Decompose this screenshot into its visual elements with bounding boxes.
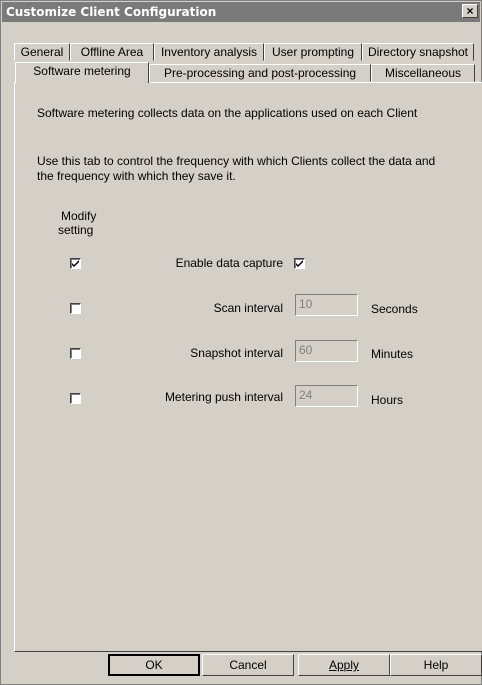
dialog-window: Customize Client Configuration × General…: [0, 0, 482, 685]
metering-push-interval-unit: Hours: [371, 393, 404, 407]
close-icon: ×: [466, 4, 474, 18]
modify-checkbox-metering-push-interval[interactable]: [70, 393, 81, 404]
title-bar[interactable]: Customize Client Configuration ×: [2, 2, 480, 22]
tab-panel-software-metering: Software metering collects data on the a…: [14, 82, 482, 652]
tab-miscellaneous[interactable]: Miscellaneous: [371, 64, 475, 82]
modify-setting-header: Modify setting: [58, 209, 97, 237]
window-title: Customize Client Configuration: [6, 5, 217, 19]
scan-interval-label: Scan interval: [213, 301, 283, 315]
modify-checkbox-enable-data-capture[interactable]: [70, 258, 81, 269]
tab-general[interactable]: General: [14, 43, 70, 61]
tab-user-prompting[interactable]: User prompting: [264, 43, 362, 61]
scan-interval-unit: Seconds: [371, 302, 418, 316]
tab-directory-snapshot[interactable]: Directory snapshot: [362, 43, 474, 61]
instructions-line-2: the frequency with which they save it.: [37, 169, 236, 183]
tab-offline-area[interactable]: Offline Area: [70, 43, 154, 61]
enable-data-capture-checkbox[interactable]: [294, 258, 305, 269]
apply-button[interactable]: Apply: [298, 654, 390, 676]
snapshot-interval-label: Snapshot interval: [190, 346, 283, 360]
help-button[interactable]: Help: [390, 654, 482, 676]
instructions-line-1: Use this tab to control the frequency wi…: [37, 154, 436, 168]
tab-inventory-analysis[interactable]: Inventory analysis: [154, 43, 264, 61]
close-button[interactable]: ×: [462, 4, 478, 18]
checkmark-icon: [296, 260, 303, 267]
snapshot-interval-unit: Minutes: [371, 347, 414, 361]
tab-software-metering[interactable]: Software metering: [15, 62, 149, 83]
metering-push-interval-field[interactable]: 24: [295, 385, 358, 407]
apply-button-label: Apply: [328, 658, 360, 672]
snapshot-interval-field[interactable]: 60: [295, 340, 358, 362]
checkmark-icon: [72, 260, 79, 267]
description-text: Software metering collects data on the a…: [37, 106, 418, 120]
metering-push-interval-label: Metering push interval: [164, 390, 283, 404]
cancel-button[interactable]: Cancel: [202, 654, 294, 676]
modify-checkbox-snapshot-interval[interactable]: [70, 348, 81, 359]
ok-button[interactable]: OK: [108, 654, 200, 676]
tab-pre-post-processing[interactable]: Pre-processing and post-processing: [149, 64, 371, 82]
scan-interval-field[interactable]: 10: [295, 294, 358, 316]
modify-checkbox-scan-interval[interactable]: [70, 303, 81, 314]
enable-data-capture-label: Enable data capture: [175, 256, 283, 270]
